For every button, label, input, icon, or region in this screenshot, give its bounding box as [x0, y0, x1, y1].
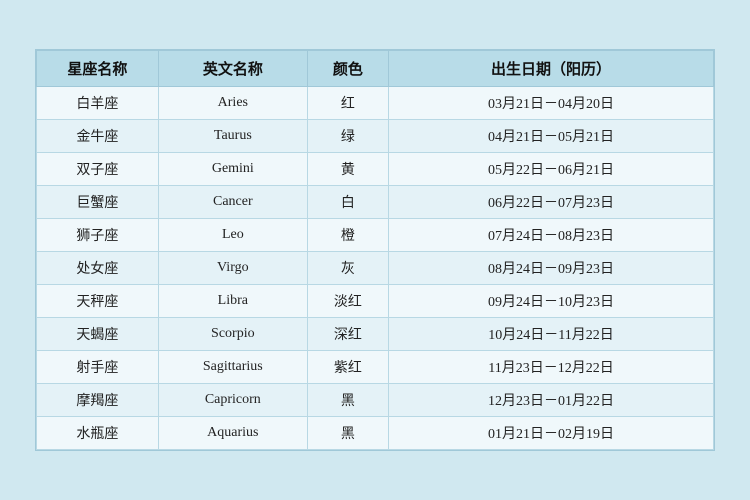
cell-chinese: 射手座	[37, 351, 159, 384]
table-body: 白羊座Aries红03月21日－04月20日金牛座Taurus绿04月21日－0…	[37, 87, 714, 450]
cell-date: 09月24日－10月23日	[389, 285, 714, 318]
cell-color: 黄	[307, 153, 388, 186]
table-row: 双子座Gemini黄05月22日－06月21日	[37, 153, 714, 186]
cell-color: 深红	[307, 318, 388, 351]
cell-chinese: 处女座	[37, 252, 159, 285]
table-header-row: 星座名称 英文名称 颜色 出生日期（阳历）	[37, 51, 714, 87]
cell-chinese: 天蝎座	[37, 318, 159, 351]
cell-color: 淡红	[307, 285, 388, 318]
cell-english: Gemini	[158, 153, 307, 186]
cell-color: 黑	[307, 384, 388, 417]
cell-date: 06月22日－07月23日	[389, 186, 714, 219]
table-row: 巨蟹座Cancer白06月22日－07月23日	[37, 186, 714, 219]
cell-color: 灰	[307, 252, 388, 285]
cell-english: Scorpio	[158, 318, 307, 351]
cell-color: 橙	[307, 219, 388, 252]
cell-color: 绿	[307, 120, 388, 153]
header-chinese: 星座名称	[37, 51, 159, 87]
cell-english: Capricorn	[158, 384, 307, 417]
cell-chinese: 摩羯座	[37, 384, 159, 417]
header-color: 颜色	[307, 51, 388, 87]
cell-date: 12月23日－01月22日	[389, 384, 714, 417]
cell-english: Aquarius	[158, 417, 307, 450]
cell-color: 紫红	[307, 351, 388, 384]
table-row: 水瓶座Aquarius黑01月21日－02月19日	[37, 417, 714, 450]
cell-english: Leo	[158, 219, 307, 252]
table-row: 金牛座Taurus绿04月21日－05月21日	[37, 120, 714, 153]
cell-date: 04月21日－05月21日	[389, 120, 714, 153]
cell-color: 红	[307, 87, 388, 120]
header-english: 英文名称	[158, 51, 307, 87]
table-row: 狮子座Leo橙07月24日－08月23日	[37, 219, 714, 252]
cell-english: Cancer	[158, 186, 307, 219]
zodiac-table: 星座名称 英文名称 颜色 出生日期（阳历） 白羊座Aries红03月21日－04…	[36, 50, 714, 450]
cell-english: Aries	[158, 87, 307, 120]
cell-date: 10月24日－11月22日	[389, 318, 714, 351]
cell-color: 黑	[307, 417, 388, 450]
cell-date: 05月22日－06月21日	[389, 153, 714, 186]
cell-chinese: 天秤座	[37, 285, 159, 318]
cell-date: 07月24日－08月23日	[389, 219, 714, 252]
cell-chinese: 白羊座	[37, 87, 159, 120]
cell-date: 01月21日－02月19日	[389, 417, 714, 450]
cell-chinese: 狮子座	[37, 219, 159, 252]
cell-chinese: 水瓶座	[37, 417, 159, 450]
cell-english: Virgo	[158, 252, 307, 285]
cell-date: 03月21日－04月20日	[389, 87, 714, 120]
cell-chinese: 双子座	[37, 153, 159, 186]
cell-english: Taurus	[158, 120, 307, 153]
table-row: 射手座Sagittarius紫红11月23日－12月22日	[37, 351, 714, 384]
table-row: 白羊座Aries红03月21日－04月20日	[37, 87, 714, 120]
table-row: 处女座Virgo灰08月24日－09月23日	[37, 252, 714, 285]
table-row: 天蝎座Scorpio深红10月24日－11月22日	[37, 318, 714, 351]
cell-color: 白	[307, 186, 388, 219]
cell-english: Sagittarius	[158, 351, 307, 384]
table-row: 天秤座Libra淡红09月24日－10月23日	[37, 285, 714, 318]
cell-date: 08月24日－09月23日	[389, 252, 714, 285]
cell-date: 11月23日－12月22日	[389, 351, 714, 384]
header-date: 出生日期（阳历）	[389, 51, 714, 87]
cell-chinese: 巨蟹座	[37, 186, 159, 219]
cell-chinese: 金牛座	[37, 120, 159, 153]
cell-english: Libra	[158, 285, 307, 318]
table-row: 摩羯座Capricorn黑12月23日－01月22日	[37, 384, 714, 417]
zodiac-table-container: 星座名称 英文名称 颜色 出生日期（阳历） 白羊座Aries红03月21日－04…	[35, 49, 715, 451]
